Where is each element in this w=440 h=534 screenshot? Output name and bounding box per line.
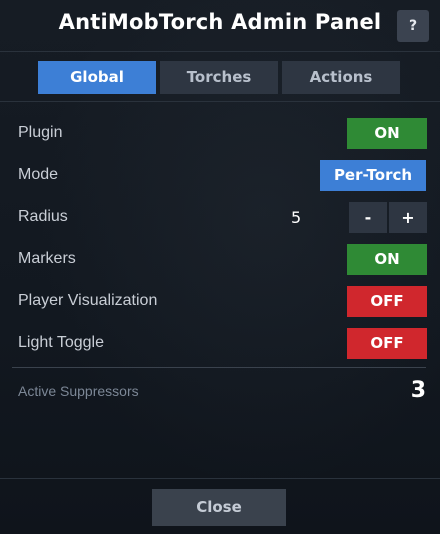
markers-toggle-button[interactable]: ON [347, 244, 427, 275]
tab-torches[interactable]: Torches [160, 61, 278, 94]
radius-decrease-button[interactable]: - [349, 202, 387, 233]
panel-header: AntiMobTorch Admin Panel ? [0, 0, 440, 52]
radius-label: Radius [18, 208, 68, 225]
divider [12, 367, 426, 368]
plugin-toggle-button[interactable]: ON [347, 118, 427, 149]
light-toggle-label: Light Toggle [18, 334, 104, 351]
mode-button[interactable]: Per-Torch [320, 160, 426, 191]
radius-increase-button[interactable]: + [389, 202, 427, 233]
admin-panel: AntiMobTorch Admin Panel ? Global Torche… [0, 0, 440, 534]
light-toggle-button[interactable]: OFF [347, 328, 427, 359]
tab-global[interactable]: Global [38, 61, 156, 94]
active-suppressors-count: 3 [410, 378, 426, 403]
player-visualization-toggle-button[interactable]: OFF [347, 286, 427, 317]
player-visualization-label: Player Visualization [18, 292, 158, 309]
tab-actions[interactable]: Actions [282, 61, 400, 94]
help-button[interactable]: ? [397, 10, 429, 42]
panel-title: AntiMobTorch Admin Panel [58, 10, 382, 34]
active-suppressors-label: Active Suppressors [18, 383, 139, 399]
tab-bar: Global Torches Actions [0, 52, 440, 102]
plugin-label: Plugin [18, 124, 63, 141]
mode-label: Mode [18, 166, 59, 183]
radius-value: 5 [291, 208, 302, 227]
markers-label: Markers [18, 250, 76, 267]
panel-footer: Close [0, 478, 440, 534]
close-button[interactable]: Close [152, 489, 286, 526]
